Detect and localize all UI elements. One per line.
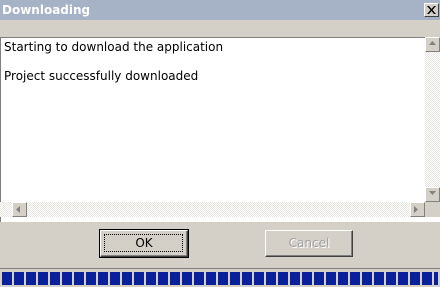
close-button[interactable] xyxy=(424,3,439,17)
window-title: Downloading xyxy=(2,3,91,17)
arrow-left-icon xyxy=(16,206,20,213)
scroll-left-button[interactable] xyxy=(12,202,27,217)
cancel-button-label: Cancel xyxy=(288,236,330,250)
scroll-up-button[interactable] xyxy=(425,37,440,52)
title-bar[interactable]: Downloading xyxy=(0,0,440,20)
scroll-down-button[interactable] xyxy=(425,187,440,202)
download-progress xyxy=(0,268,440,287)
scroll-right-button[interactable] xyxy=(410,202,425,217)
cancel-button: Cancel xyxy=(265,230,353,257)
log-output: Starting to download the application Pro… xyxy=(0,37,440,222)
scrollbar-corner xyxy=(425,202,440,217)
ok-button[interactable]: OK xyxy=(99,229,189,258)
log-line: Starting to download the application xyxy=(4,40,224,54)
close-icon xyxy=(427,6,436,14)
progress-bar-fill xyxy=(2,272,438,285)
arrow-right-icon xyxy=(414,206,418,213)
ok-button-label: OK xyxy=(135,236,153,250)
downloading-dialog: Downloading Starting to download the app… xyxy=(0,0,440,287)
log-line: Project successfully downloaded xyxy=(4,69,199,83)
horizontal-scrollbar[interactable] xyxy=(0,202,425,217)
arrow-down-icon xyxy=(429,191,436,195)
arrow-up-icon xyxy=(429,41,436,45)
vertical-scrollbar[interactable] xyxy=(425,37,440,202)
